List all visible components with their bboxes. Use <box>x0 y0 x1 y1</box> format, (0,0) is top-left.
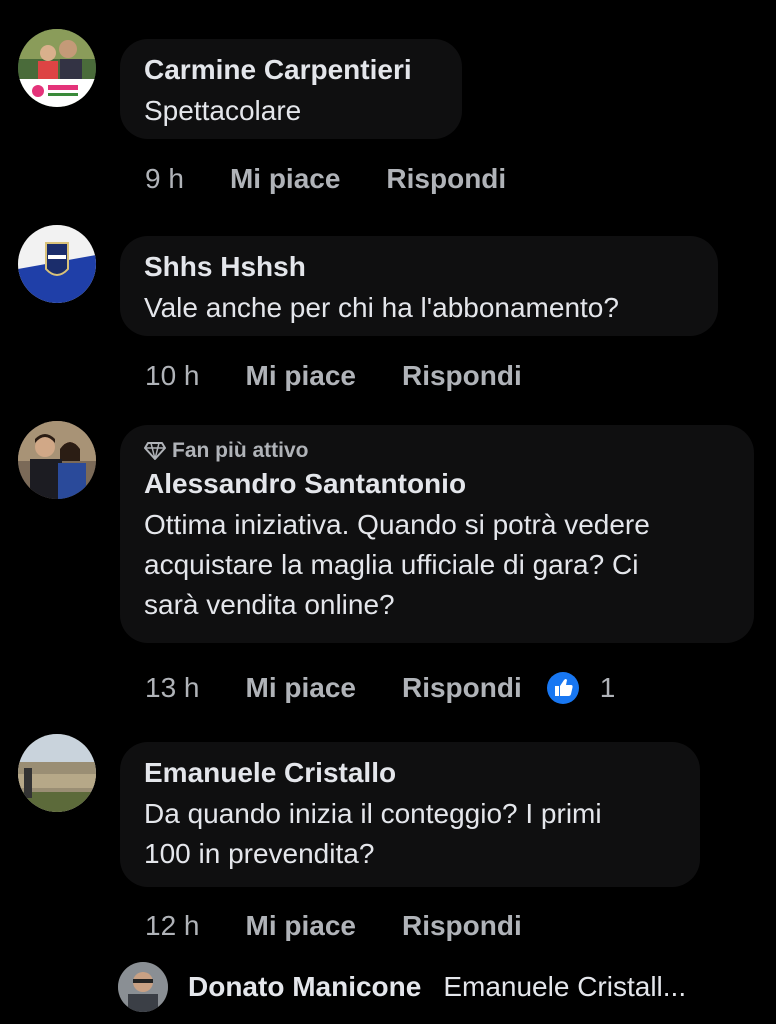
reply-button[interactable]: Rispondi <box>402 359 522 393</box>
comment-time[interactable]: 10 h <box>145 359 200 393</box>
comment-text-line: Da quando inizia il conteggio? I primi <box>144 798 602 829</box>
like-button[interactable]: Mi piace <box>246 671 356 705</box>
reply-button[interactable]: Rispondi <box>386 162 506 196</box>
like-button[interactable]: Mi piace <box>230 162 340 196</box>
reply-button[interactable]: Rispondi <box>402 671 522 705</box>
comment-text: Vale anche per chi ha l'abbonamento? <box>144 292 619 323</box>
reaction-summary[interactable]: 1 <box>546 671 616 705</box>
comment-actions: 12 h Mi piace Rispondi <box>145 909 522 943</box>
top-fan-badge: Fan più attivo <box>144 437 730 465</box>
avatar[interactable] <box>18 225 96 303</box>
comment-author[interactable]: Alessandro Santantonio <box>144 467 730 501</box>
reply-author[interactable]: Donato Manicone <box>188 971 421 1003</box>
reaction-count: 1 <box>599 672 616 703</box>
like-icon <box>546 672 579 704</box>
comment-bubble: Shhs Hshsh Vale anche per chi ha l'abbon… <box>120 236 718 336</box>
comment-text: Ottima iniziativa. Quando si potrà veder… <box>144 505 730 625</box>
badge-label: Fan più attivo <box>172 439 309 462</box>
avatar[interactable] <box>18 29 96 107</box>
comment-text: Spettacolare <box>144 95 302 126</box>
comment-text-line: sarà vendita online? <box>144 589 395 620</box>
comment-time[interactable]: 13 h <box>145 671 200 705</box>
diamond-icon <box>144 442 166 460</box>
avatar[interactable] <box>118 962 168 1012</box>
comment-time[interactable]: 9 h <box>145 162 184 196</box>
comment-text: Da quando inizia il conteggio? I primi 1… <box>144 794 676 874</box>
comment-text-line: 100 in prevendita? <box>144 838 375 869</box>
comment-bubble: Emanuele Cristallo Da quando inizia il c… <box>120 742 700 887</box>
comment-bubble: Carmine Carpentieri Spettacolare <box>120 39 462 139</box>
comment-text-line: Ottima iniziativa. Quando si potrà veder… <box>144 509 650 540</box>
like-button[interactable]: Mi piace <box>246 359 356 393</box>
comment-author[interactable]: Emanuele Cristallo <box>144 756 676 790</box>
comment-author[interactable]: Shhs Hshsh <box>144 250 694 284</box>
comment-text-line: acquistare la maglia ufficiale di gara? … <box>144 549 639 580</box>
reply-text: Emanuele Cristall... <box>443 971 687 1002</box>
comment-actions: 13 h Mi piace Rispondi 1 <box>145 671 615 705</box>
reply-preview[interactable]: Donato Manicone Emanuele Cristall... <box>118 962 686 1012</box>
avatar[interactable] <box>18 421 96 499</box>
avatar[interactable] <box>18 734 96 812</box>
comment-bubble: Fan più attivo Alessandro Santantonio Ot… <box>120 425 754 643</box>
comment-author[interactable]: Carmine Carpentieri <box>144 53 438 87</box>
comment-actions: 10 h Mi piace Rispondi <box>145 359 522 393</box>
comment-actions: 9 h Mi piace Rispondi <box>145 162 506 196</box>
reply-button[interactable]: Rispondi <box>402 909 522 943</box>
like-button[interactable]: Mi piace <box>246 909 356 943</box>
comment-time[interactable]: 12 h <box>145 909 200 943</box>
